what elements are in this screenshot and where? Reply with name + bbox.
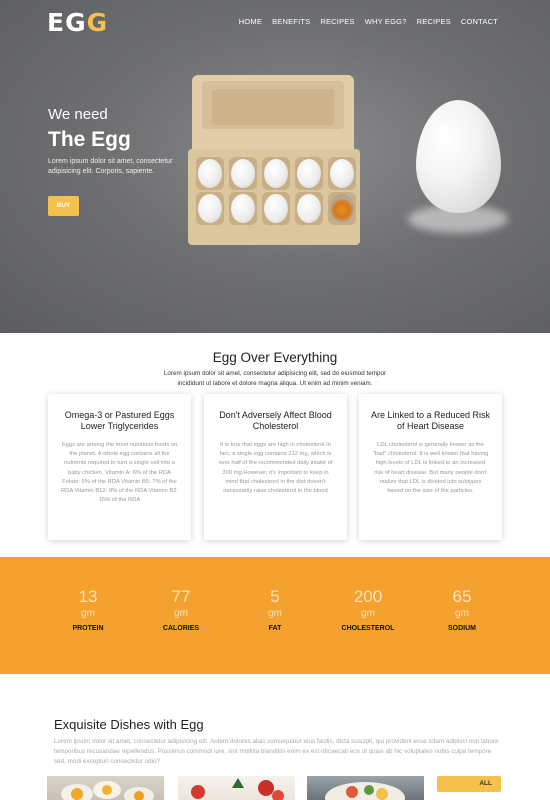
feature-card-text: LDL cholesterol is generally known as th…	[372, 442, 489, 495]
features-lead: Lorem ipsum dolor sit amet, consectetur …	[163, 370, 387, 387]
feature-card-text: Eggs are among the most nutritious foods…	[60, 442, 179, 504]
egg-dish-image	[61, 781, 154, 800]
feature-card-text: It is true that eggs are high in cholest…	[218, 442, 333, 495]
bowl-dish-image	[325, 782, 405, 800]
single-egg-image	[416, 100, 501, 213]
stat-value: 13	[78, 587, 98, 606]
stat-label: CALORIES	[162, 625, 200, 632]
stat-label: SODIUM	[448, 625, 476, 632]
egg-cell	[328, 157, 356, 190]
egg	[198, 194, 222, 223]
nav-recipes[interactable]: RECIPES	[320, 17, 354, 26]
egg	[264, 194, 288, 223]
stat-value: 5	[270, 587, 280, 606]
hero-text: Lorem ipsum dolor sit amet, consectetur …	[48, 158, 173, 175]
dish-thumbnail[interactable]	[307, 776, 424, 800]
nav-contact[interactable]: CONTACT	[461, 17, 498, 26]
stat-unit: gm	[81, 608, 95, 619]
main-nav: HOME BENEFITS RECIPES WHY EGG? RECIPES C…	[229, 17, 498, 26]
logo[interactable]: EGG	[47, 8, 108, 37]
nutrition-stats: 13 gm PROTEIN 77 gm CALORIES 5 gm FAT 20…	[0, 557, 550, 674]
logo-accent: G	[86, 8, 109, 37]
dish-thumbnail[interactable]	[47, 776, 164, 800]
stat-label: FAT	[268, 625, 282, 632]
egg-cell	[262, 157, 290, 190]
egg	[297, 159, 321, 188]
stat-sodium: 65 gm SODIUM	[417, 587, 507, 632]
egg-cell	[196, 157, 224, 190]
stat-unit: gm	[455, 608, 469, 619]
egg	[231, 194, 255, 223]
stat-protein: 13 gm PROTEIN	[43, 587, 133, 632]
egg-cell	[229, 192, 257, 225]
egg-cell	[328, 192, 356, 225]
buy-button[interactable]: BUY	[48, 196, 79, 216]
egg	[198, 159, 222, 188]
hero-title: The Egg	[48, 128, 131, 151]
feature-card: Are Linked to a Reduced Risk of Heart Di…	[359, 394, 502, 540]
stat-unit: gm	[174, 608, 188, 619]
egg	[330, 159, 354, 188]
egg	[297, 194, 321, 223]
stat-value: 200	[353, 587, 383, 606]
stat-fat: 5 gm FAT	[230, 587, 320, 632]
stat-calories: 77 gm CALORIES	[136, 587, 226, 632]
egg-cell	[262, 192, 290, 225]
filter-all-button[interactable]: ALL	[437, 776, 501, 792]
stat-label: CHOLESTEROL	[341, 625, 395, 632]
dish-thumbnail[interactable]	[178, 776, 295, 800]
strawberry-dish-image	[191, 778, 284, 800]
stat-unit: gm	[361, 608, 375, 619]
feature-card-title: Omega-3 or Pastured Eggs Lower Triglycer…	[64, 410, 175, 431]
stat-cholesterol: 200 gm CHOLESTEROL	[323, 587, 413, 632]
logo-text: EG	[47, 8, 87, 37]
cracked-egg-yolk	[330, 194, 354, 223]
egg-carton-image	[188, 75, 360, 245]
egg-cell	[295, 157, 323, 190]
stat-unit: gm	[268, 608, 282, 619]
feature-card-title: Don't Adversely Affect Blood Cholesterol	[219, 410, 332, 431]
nav-recipes-2[interactable]: RECIPES	[417, 17, 451, 26]
dishes-title: Exquisite Dishes with Egg	[54, 717, 204, 732]
nav-benefits[interactable]: BENEFITS	[272, 17, 310, 26]
hero-subtitle: We need	[48, 106, 108, 123]
stat-value: 77	[171, 587, 191, 606]
stat-value: 65	[452, 587, 472, 606]
egg	[231, 159, 255, 188]
egg-cell	[229, 157, 257, 190]
carton-lid-inner	[212, 89, 334, 125]
nav-home[interactable]: HOME	[239, 17, 262, 26]
dishes-text: Lorem ipsum dolor sit amet, consectetur …	[54, 738, 499, 765]
feature-card: Omega-3 or Pastured Eggs Lower Triglycer…	[48, 394, 191, 540]
egg-cell	[196, 192, 224, 225]
features-title: Egg Over Everything	[212, 350, 338, 365]
hero-section: EGG HOME BENEFITS RECIPES WHY EGG? RECIP…	[0, 0, 550, 333]
nav-why-egg[interactable]: WHY EGG?	[365, 17, 407, 26]
egg-cell	[295, 192, 323, 225]
egg	[264, 159, 288, 188]
feature-card-title: Are Linked to a Reduced Risk of Heart Di…	[370, 410, 491, 431]
stat-label: PROTEIN	[72, 625, 104, 632]
feature-card: Don't Adversely Affect Blood Cholesterol…	[204, 394, 347, 540]
